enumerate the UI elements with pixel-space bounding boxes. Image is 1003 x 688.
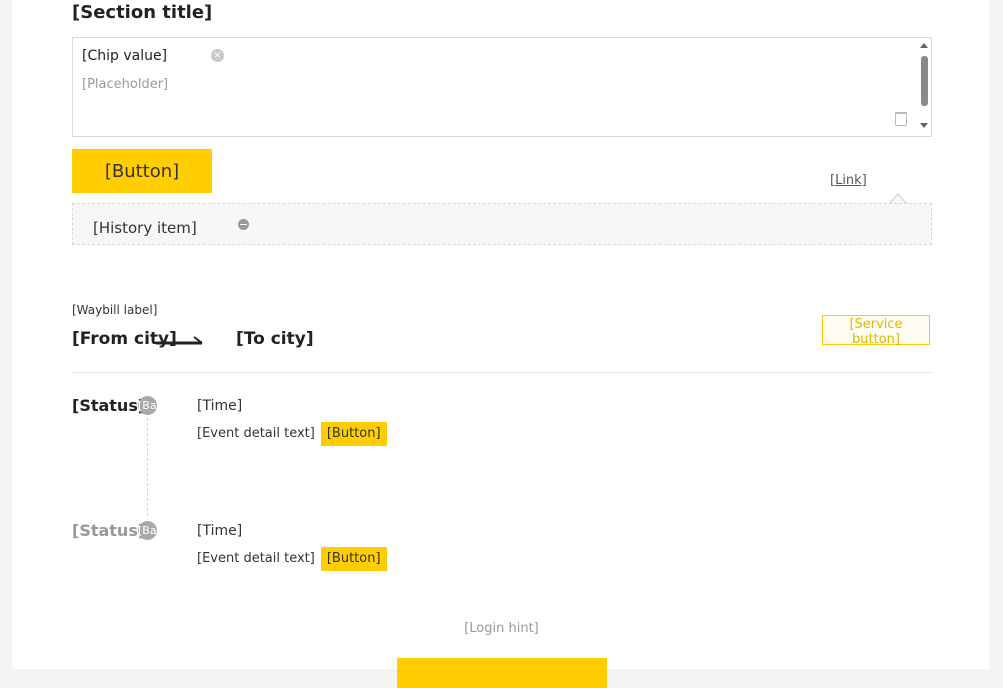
event-time: [Time] (197, 523, 243, 539)
history-item[interactable]: [History item] (93, 219, 197, 237)
event-detail: [Event detail text] [Button] (197, 421, 897, 446)
courier-correction-button[interactable]: [Button] (320, 546, 387, 571)
event-detail-text: [Event detail text] (197, 551, 315, 566)
event-detail-text: [Event detail text] (197, 426, 315, 441)
scroll-down-icon[interactable] (920, 123, 928, 128)
login-hint: [Login hint] (464, 621, 539, 636)
new-badge: [Badge] (138, 521, 182, 540)
status-label: [Status] (72, 521, 146, 540)
destination-city: [To city] (236, 329, 314, 349)
arrow-right-icon (156, 336, 203, 345)
online-service-button[interactable]: [Service button] (822, 315, 930, 347)
event-detail: [Event detail text] [Button] (197, 546, 897, 571)
section-title: [Section title] (72, 2, 213, 23)
courier-correction-button[interactable]: [Button] (320, 421, 387, 446)
tracking-input-area[interactable]: [Chip value] × [Placeholder] (72, 37, 932, 137)
scrollbar-thumb[interactable] (921, 56, 928, 106)
clear-icon[interactable]: × (211, 49, 224, 62)
scroll-up-icon[interactable] (920, 43, 928, 48)
remove-icon[interactable] (238, 219, 249, 230)
trash-icon[interactable] (895, 112, 907, 126)
new-badge: [Badge] (138, 396, 182, 415)
input-placeholder: [Placeholder] (82, 77, 169, 92)
recent-queries-link[interactable]: [Link] (830, 173, 867, 188)
timeline-connector (147, 418, 148, 516)
status-label: [Status] (72, 396, 146, 415)
tracking-chip: [Chip value] (82, 48, 168, 64)
divider (72, 372, 932, 373)
login-button[interactable] (397, 658, 607, 688)
query-button[interactable]: [Button] (72, 149, 212, 193)
waybill-number: [Waybill label] (72, 303, 158, 317)
event-time: [Time] (197, 398, 243, 414)
recent-history-box: [History item] (72, 203, 932, 245)
